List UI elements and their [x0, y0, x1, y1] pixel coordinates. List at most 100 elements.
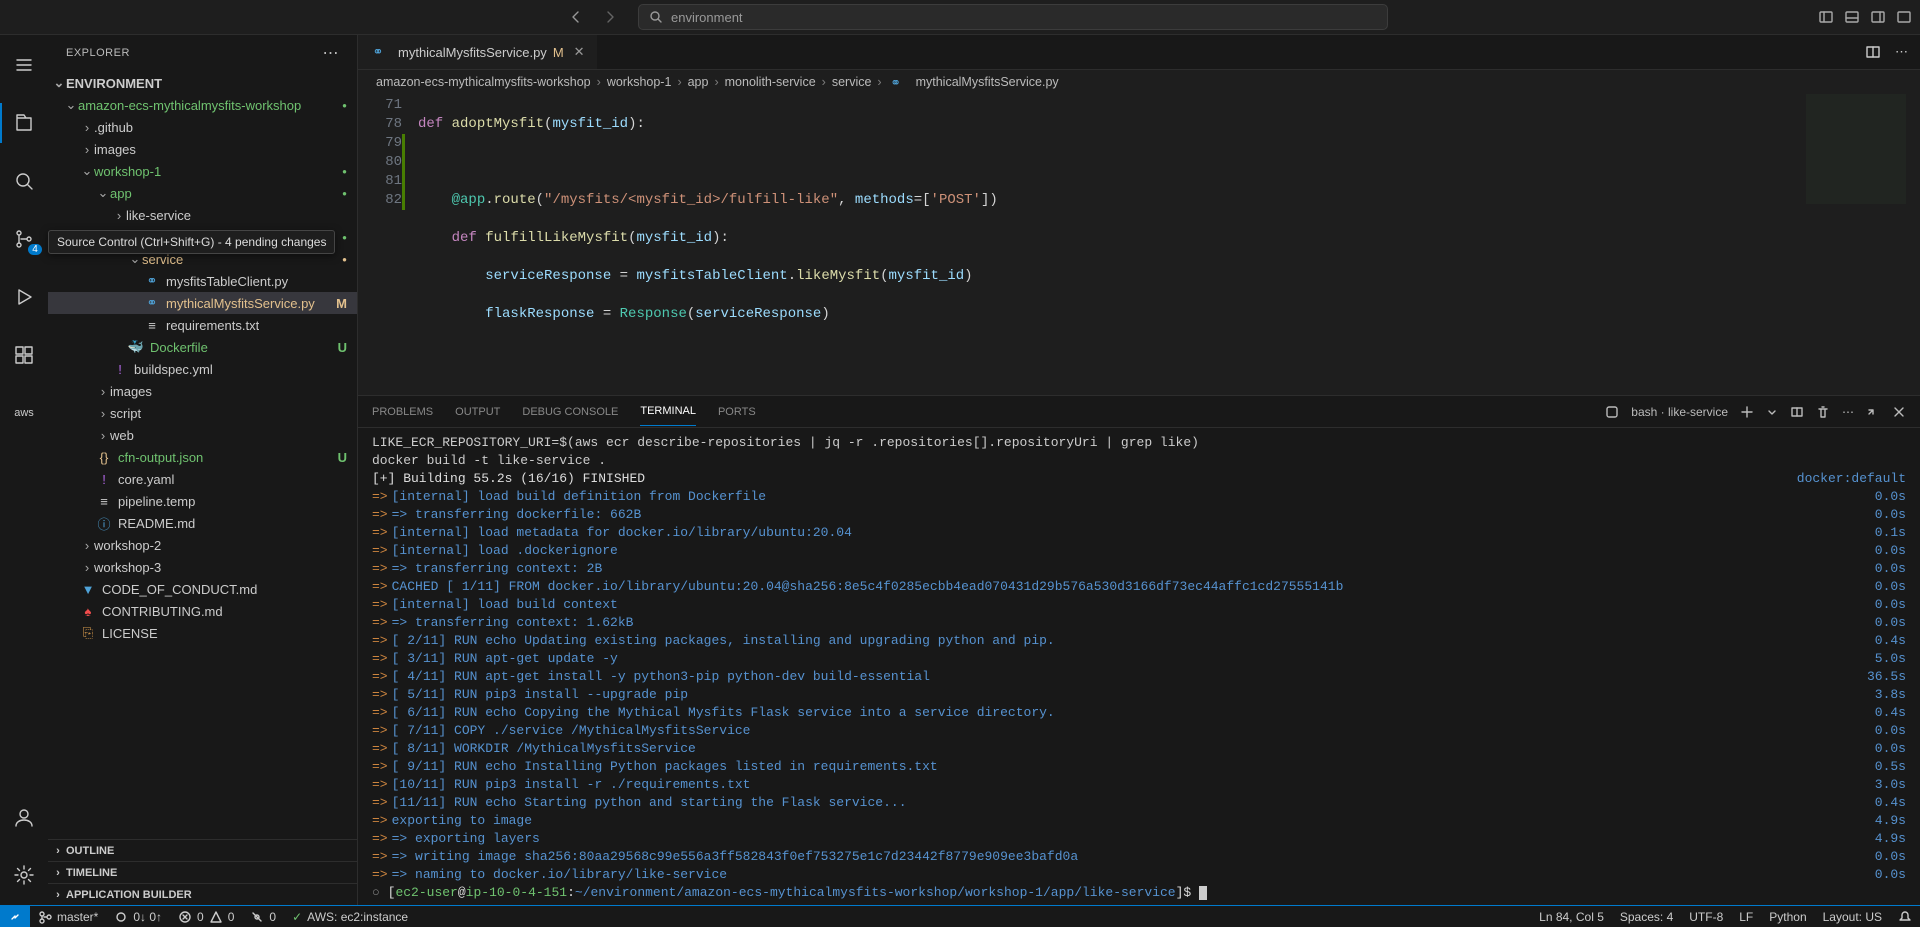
- terminal-line: => [ 6/11] RUN echo Copying the Mythical…: [372, 704, 1906, 722]
- section-timeline[interactable]: ›TIMELINE: [48, 861, 357, 883]
- run-debug-icon[interactable]: [0, 277, 48, 317]
- forward-icon[interactable]: [602, 9, 618, 25]
- breadcrumb[interactable]: amazon-ecs-mythicalmysfits-workshop› wor…: [358, 70, 1920, 94]
- aws-icon[interactable]: aws: [0, 393, 48, 433]
- section-outline[interactable]: ›OUTLINE: [48, 839, 357, 861]
- command-center-search[interactable]: environment: [638, 4, 1388, 30]
- file-cfn-output[interactable]: {}cfn-output.jsonU: [48, 446, 357, 468]
- file-code-of-conduct[interactable]: ▼CODE_OF_CONDUCT.md: [48, 578, 357, 600]
- tab-mythical-service[interactable]: ⚭ mythicalMysfitsService.py M ✕: [358, 35, 598, 69]
- remote-indicator[interactable]: [0, 906, 30, 927]
- search-nav-icon[interactable]: [0, 161, 48, 201]
- env-root[interactable]: ⌄ENVIRONMENT: [48, 72, 357, 94]
- branch-indicator[interactable]: master*: [30, 910, 106, 924]
- file-mythical-service[interactable]: ⚭mythicalMysfitsService.pyM: [48, 292, 357, 314]
- extensions-icon[interactable]: [0, 335, 48, 375]
- menu-icon[interactable]: [0, 45, 48, 85]
- layout-sidebar-left-icon[interactable]: [1818, 9, 1834, 25]
- panel-tabs: PROBLEMS OUTPUT DEBUG CONSOLE TERMINAL P…: [358, 396, 1920, 428]
- split-terminal-icon[interactable]: [1790, 405, 1804, 419]
- layout-sidebar-right-icon[interactable]: [1870, 9, 1886, 25]
- terminal-line: => exporting to image4.9s: [372, 812, 1906, 830]
- tab-output[interactable]: OUTPUT: [455, 398, 500, 426]
- file-mysfits-table[interactable]: ⚭mysfitsTableClient.py: [48, 270, 357, 292]
- explorer-more-icon[interactable]: ⋯: [323, 43, 340, 63]
- maximize-panel-icon[interactable]: [1866, 405, 1880, 419]
- file-pipeline[interactable]: ≡pipeline.temp: [48, 490, 357, 512]
- close-panel-icon[interactable]: [1892, 405, 1906, 419]
- tab-ports[interactable]: PORTS: [718, 398, 756, 426]
- back-icon[interactable]: [568, 9, 584, 25]
- tab-more-icon[interactable]: ⋯: [1895, 44, 1908, 60]
- indentation[interactable]: Spaces: 4: [1612, 910, 1681, 924]
- activity-bar: 4 aws: [0, 35, 48, 905]
- terminal-line: => => naming to docker.io/library/like-s…: [372, 866, 1906, 884]
- search-text: environment: [671, 10, 743, 25]
- settings-gear-icon[interactable]: [0, 855, 48, 895]
- layout-indicator[interactable]: Layout: US: [1815, 910, 1890, 924]
- file-buildspec[interactable]: !buildspec.yml: [48, 358, 357, 380]
- terminal-line: => [ 7/11] COPY ./service /MythicalMysfi…: [372, 722, 1906, 740]
- section-appbuilder[interactable]: ›APPLICATION BUILDER: [48, 883, 357, 905]
- panel-more-icon[interactable]: ⋯: [1842, 405, 1854, 419]
- code-content[interactable]: def adoptMysfit(mysfit_id): @app.route("…: [418, 94, 998, 395]
- cursor-position[interactable]: Ln 84, Col 5: [1531, 910, 1612, 924]
- aws-indicator[interactable]: ✓AWS: ec2:instance: [284, 910, 416, 924]
- code-editor[interactable]: 71 78 79 80 81 82 def adoptMysfit(mysfit…: [358, 94, 1920, 395]
- terminal-line: => [internal] load build definition from…: [372, 488, 1906, 506]
- terminal-line: => CACHED [ 1/11] FROM docker.io/library…: [372, 578, 1906, 596]
- terminal-line: => [ 9/11] RUN echo Installing Python pa…: [372, 758, 1906, 776]
- terminal-profile-icon: [1605, 405, 1619, 419]
- folder-github[interactable]: ›.github: [48, 116, 357, 138]
- ports-indicator[interactable]: 0: [242, 910, 284, 924]
- sync-indicator[interactable]: 0↓ 0↑: [106, 910, 170, 924]
- kill-terminal-icon[interactable]: [1816, 405, 1830, 419]
- tab-terminal[interactable]: TERMINAL: [640, 397, 696, 426]
- file-contributing[interactable]: ♠CONTRIBUTING.md: [48, 600, 357, 622]
- problems-indicator[interactable]: 0 0: [170, 910, 242, 924]
- file-readme[interactable]: ⓘREADME.md: [48, 512, 357, 534]
- scm-tooltip: Source Control (Ctrl+Shift+G) - 4 pendin…: [48, 230, 335, 254]
- folder-workshop-root[interactable]: ⌄amazon-ecs-mythicalmysfits-workshop ●: [48, 94, 357, 116]
- eol[interactable]: LF: [1731, 910, 1761, 924]
- folder-like-service[interactable]: ›like-service: [48, 204, 357, 226]
- terminal-line: => => exporting layers4.9s: [372, 830, 1906, 848]
- folder-images2[interactable]: ›images: [48, 380, 357, 402]
- statusbar: master* 0↓ 0↑ 0 0 0 ✓AWS: ec2:instance L…: [0, 905, 1920, 927]
- folder-app[interactable]: ⌄app●: [48, 182, 357, 204]
- file-core-yaml[interactable]: !core.yaml: [48, 468, 357, 490]
- file-dockerfile[interactable]: 🐳DockerfileU: [48, 336, 357, 358]
- folder-script[interactable]: ›script: [48, 402, 357, 424]
- explorer-icon[interactable]: [0, 103, 48, 143]
- layout-customize-icon[interactable]: [1896, 9, 1912, 25]
- terminal-output[interactable]: LIKE_ECR_REPOSITORY_URI=$(aws ecr descri…: [358, 428, 1920, 905]
- encoding[interactable]: UTF-8: [1681, 910, 1731, 924]
- account-icon[interactable]: [0, 797, 48, 837]
- terminal-line: => [internal] load .dockerignore0.0s: [372, 542, 1906, 560]
- terminal-dropdown-icon[interactable]: [1766, 406, 1778, 418]
- search-icon: [649, 10, 663, 24]
- new-terminal-icon[interactable]: [1740, 405, 1754, 419]
- terminal-line: => [ 4/11] RUN apt-get install -y python…: [372, 668, 1906, 686]
- tab-problems[interactable]: PROBLEMS: [372, 398, 433, 426]
- tab-debug-console[interactable]: DEBUG CONSOLE: [522, 398, 618, 426]
- folder-web[interactable]: ›web: [48, 424, 357, 446]
- language-mode[interactable]: Python: [1761, 910, 1814, 924]
- layout-panel-icon[interactable]: [1844, 9, 1860, 25]
- terminal-line: => [ 5/11] RUN pip3 install --upgrade pi…: [372, 686, 1906, 704]
- folder-workshop3[interactable]: ›workshop-3: [48, 556, 357, 578]
- source-control-icon[interactable]: 4: [0, 219, 48, 259]
- terminal-line: => [internal] load build context0.0s: [372, 596, 1906, 614]
- file-requirements[interactable]: ≡requirements.txt: [48, 314, 357, 336]
- split-editor-icon[interactable]: [1865, 44, 1881, 60]
- notifications-icon[interactable]: [1890, 910, 1920, 924]
- file-license[interactable]: ⎘LICENSE: [48, 622, 357, 644]
- folder-images[interactable]: ›images: [48, 138, 357, 160]
- terminal-line: => [11/11] RUN echo Starting python and …: [372, 794, 1906, 812]
- close-tab-icon[interactable]: ✕: [574, 44, 585, 60]
- folder-workshop2[interactable]: ›workshop-2: [48, 534, 357, 556]
- terminal-prompt[interactable]: ○ [ec2-user@ip-10-0-4-151:~/environment/…: [372, 884, 1906, 902]
- terminal-line: => [10/11] RUN pip3 install -r ./require…: [372, 776, 1906, 794]
- folder-workshop1[interactable]: ⌄workshop-1●: [48, 160, 357, 182]
- minimap[interactable]: [1806, 94, 1906, 204]
